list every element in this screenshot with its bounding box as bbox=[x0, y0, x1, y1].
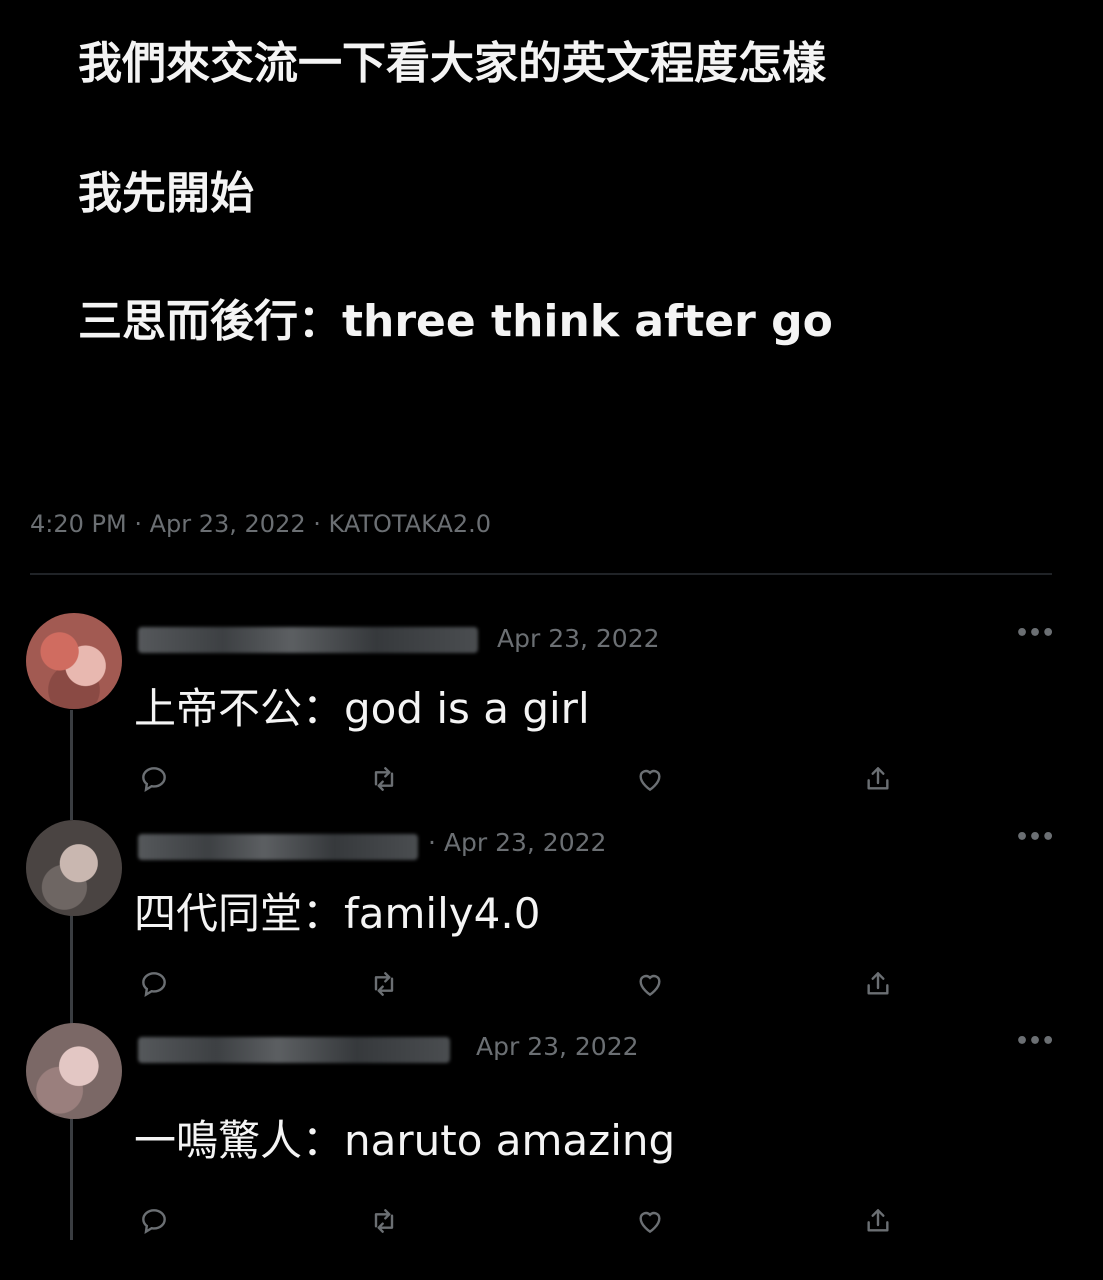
heart-icon[interactable] bbox=[634, 1205, 666, 1237]
reply-date[interactable]: Apr 23, 2022 bbox=[476, 1032, 639, 1061]
heart-icon[interactable] bbox=[634, 968, 666, 1000]
reply-icon[interactable] bbox=[138, 763, 170, 795]
username-blurred[interactable] bbox=[138, 1037, 450, 1063]
reply-icon[interactable] bbox=[138, 968, 170, 1000]
tweet-text-line-3: 三思而後行：three think after go bbox=[78, 296, 833, 347]
retweet-icon[interactable] bbox=[368, 968, 400, 1000]
tweet-text-line-2: 我先開始 bbox=[78, 168, 254, 219]
reply-item[interactable]: Apr 23, 2022 ••• 一鳴驚人：naruto amazing bbox=[0, 1015, 1103, 1235]
username-blurred[interactable] bbox=[138, 834, 418, 860]
divider bbox=[30, 573, 1052, 575]
retweet-icon[interactable] bbox=[368, 763, 400, 795]
more-icon[interactable]: ••• bbox=[1015, 621, 1055, 646]
reply-date[interactable]: Apr 23, 2022 bbox=[497, 624, 660, 653]
reply-text: 四代同堂：family4.0 bbox=[134, 889, 541, 938]
reply-date[interactable]: · Apr 23, 2022 bbox=[428, 828, 606, 857]
tweet-text-line-1: 我們來交流一下看大家的英文程度怎樣 bbox=[78, 38, 826, 89]
reply-item[interactable]: Apr 23, 2022 ••• 上帝不公：god is a girl bbox=[0, 605, 1103, 805]
more-icon[interactable]: ••• bbox=[1015, 825, 1055, 850]
more-icon[interactable]: ••• bbox=[1015, 1029, 1055, 1054]
avatar[interactable] bbox=[26, 613, 122, 709]
retweet-icon[interactable] bbox=[368, 1205, 400, 1237]
tweet-meta: 4:20 PM · Apr 23, 2022 · KATOTAKA2.0 bbox=[30, 510, 492, 538]
avatar[interactable] bbox=[26, 820, 122, 916]
reply-icon[interactable] bbox=[138, 1205, 170, 1237]
share-icon[interactable] bbox=[862, 1205, 894, 1237]
reply-item[interactable]: · Apr 23, 2022 ••• 四代同堂：family4.0 bbox=[0, 810, 1103, 1010]
heart-icon[interactable] bbox=[634, 763, 666, 795]
username-blurred[interactable] bbox=[138, 627, 478, 653]
avatar[interactable] bbox=[26, 1023, 122, 1119]
reply-text: 一鳴驚人：naruto amazing bbox=[134, 1116, 676, 1165]
share-icon[interactable] bbox=[862, 763, 894, 795]
share-icon[interactable] bbox=[862, 968, 894, 1000]
reply-text: 上帝不公：god is a girl bbox=[134, 684, 590, 733]
